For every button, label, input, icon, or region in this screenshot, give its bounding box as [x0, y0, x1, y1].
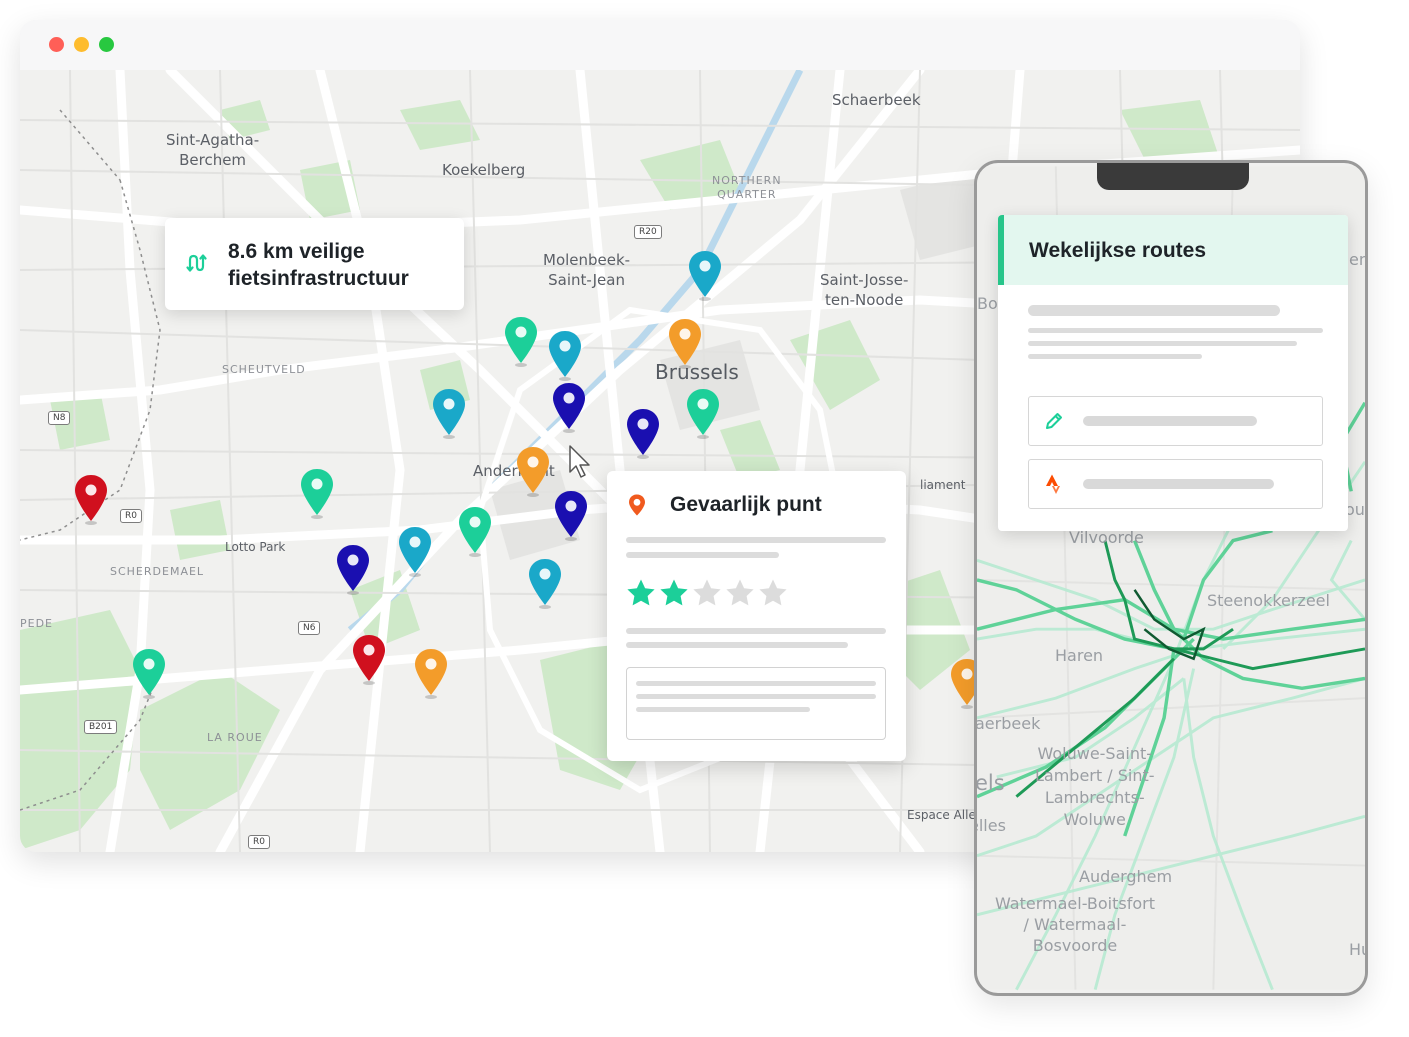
dangerous-point-card: Gevaarlijk punt — [607, 471, 906, 761]
navy-map-pin-icon[interactable] — [622, 406, 664, 460]
blue-map-pin-icon[interactable] — [524, 556, 566, 610]
weekly-summary-placeholder — [1028, 328, 1323, 333]
road-shield-r20: R20 — [634, 225, 662, 239]
weekly-routes-card: Wekelijkse routes — [998, 215, 1348, 531]
map-label-liament: liament — [920, 478, 966, 492]
strava-route-placeholder — [1083, 479, 1274, 489]
map-label-northern-quarter: NORTHERN QUARTER — [712, 174, 782, 201]
weekly-routes-title: Wekelijkse routes — [1029, 239, 1207, 262]
phone-label-watermael: Watermael-Boitsfort / Watermaal- Bosvoor… — [995, 894, 1155, 955]
map-label-la-roue: LA ROUE — [207, 731, 263, 744]
navy-map-pin-icon[interactable] — [332, 542, 374, 596]
phone-label-hu: Hu — [1349, 940, 1365, 959]
star-filled-icon[interactable] — [625, 577, 657, 609]
star-empty-icon[interactable] — [724, 577, 756, 609]
route-icon — [186, 254, 207, 272]
phone-label-woluwe: Woluwe-Saint- Lambert / Sint- Lambrechts… — [1035, 744, 1155, 829]
pencil-icon — [1046, 413, 1062, 429]
phone-label-els: els — [975, 771, 1005, 795]
description-placeholder — [626, 552, 779, 558]
star-empty-icon[interactable] — [691, 577, 723, 609]
maximize-window-button[interactable] — [99, 37, 114, 52]
textarea-placeholder-line — [636, 694, 876, 699]
map-label-scherdemael: SCHERDEMAEL — [110, 565, 205, 578]
phone-notch — [1097, 163, 1249, 190]
weekly-summary-placeholder — [1028, 341, 1297, 346]
phone-label-steenokkerzeel: Steenokkerzeel — [1207, 591, 1330, 610]
safe-infrastructure-card: 8.6 km veilige fietsinfrastructuur — [165, 218, 464, 310]
stage: Sint-Agatha- Berchem Koekelberg Schaerbe… — [0, 0, 1409, 1037]
map-label-pede: PEDE — [20, 617, 54, 630]
road-shield-b201: B201 — [84, 720, 118, 734]
orange-map-pin-icon[interactable] — [410, 646, 452, 700]
map-label-espace-alle: Espace Alle — [907, 808, 976, 822]
weekly-summary-placeholder — [1028, 305, 1280, 316]
map-label-sint-agatha: Sint-Agatha- Berchem — [166, 131, 260, 169]
phone-label-en: en — [1349, 250, 1368, 269]
map-label-schaerbeek: Schaerbeek — [832, 91, 921, 109]
comment-placeholder — [626, 642, 848, 648]
description-placeholder — [626, 537, 886, 543]
blue-map-pin-icon[interactable] — [394, 524, 436, 578]
phone-label-haren: Haren — [1055, 646, 1104, 665]
blue-map-pin-icon[interactable] — [684, 248, 726, 302]
road-shield-n6: N6 — [298, 621, 321, 635]
minimize-window-button[interactable] — [74, 37, 89, 52]
map-label-molenbeek: Molenbeek- Saint-Jean — [543, 251, 631, 289]
textarea-placeholder-line — [636, 707, 810, 712]
road-shield-r0-south: R0 — [248, 835, 270, 849]
map-label-koekelberg: Koekelberg — [442, 161, 526, 179]
green-map-pin-icon[interactable] — [128, 646, 170, 700]
km-line-2: fietsinfrastructuur — [228, 267, 409, 290]
green-map-pin-icon[interactable] — [296, 466, 338, 520]
strava-icon — [1046, 474, 1060, 494]
browser-titlebar — [20, 20, 1300, 70]
green-map-pin-icon[interactable] — [682, 386, 724, 440]
map-label-scheutveld: SCHEUTVELD — [222, 363, 306, 376]
manual-route-row[interactable] — [1028, 396, 1323, 446]
star-empty-icon[interactable] — [757, 577, 789, 609]
phone-mockup: Vilvoorde Steenokkerzeel Haren aerbeek W… — [974, 160, 1368, 996]
road-shield-n8: N8 — [48, 411, 71, 425]
location-pin-icon — [629, 494, 645, 516]
star-filled-icon[interactable] — [658, 577, 690, 609]
phone-label-bo: Bo — [977, 294, 998, 313]
green-map-pin-icon[interactable] — [454, 504, 496, 558]
phone-label-schaerbeek: aerbeek — [975, 714, 1041, 733]
weekly-summary-placeholder — [1028, 354, 1202, 359]
comment-textarea[interactable] — [626, 667, 886, 740]
mouse-cursor-icon — [569, 445, 590, 478]
weekly-routes-header: Wekelijkse routes — [998, 215, 1348, 285]
safe-infrastructure-text: 8.6 km veilige fietsinfrastructuur — [228, 238, 458, 292]
map-label-lotto-park: Lotto Park — [225, 540, 286, 554]
km-line-1: 8.6 km veilige — [228, 240, 365, 263]
blue-map-pin-icon[interactable] — [428, 386, 470, 440]
manual-route-placeholder — [1083, 416, 1257, 426]
orange-map-pin-icon[interactable] — [512, 444, 554, 498]
orange-map-pin-icon[interactable] — [664, 316, 706, 370]
green-map-pin-icon[interactable] — [500, 314, 542, 368]
strava-route-row[interactable] — [1028, 459, 1323, 509]
red-map-pin-icon[interactable] — [70, 472, 112, 526]
map-label-saint-josse: Saint-Josse- ten-Noode — [820, 271, 909, 309]
phone-label-auderghem: Auderghem — [1079, 867, 1173, 886]
textarea-placeholder-line — [636, 681, 876, 686]
navy-map-pin-icon[interactable] — [550, 488, 592, 542]
red-map-pin-icon[interactable] — [348, 632, 390, 686]
close-window-button[interactable] — [49, 37, 64, 52]
phone-label-elles: elles — [977, 816, 1006, 835]
road-shield-r0: R0 — [120, 509, 142, 523]
dangerous-point-title: Gevaarlijk punt — [670, 493, 822, 516]
blue-map-pin-icon[interactable] — [544, 328, 586, 382]
navy-map-pin-icon[interactable] — [548, 380, 590, 434]
comment-placeholder — [626, 628, 886, 634]
